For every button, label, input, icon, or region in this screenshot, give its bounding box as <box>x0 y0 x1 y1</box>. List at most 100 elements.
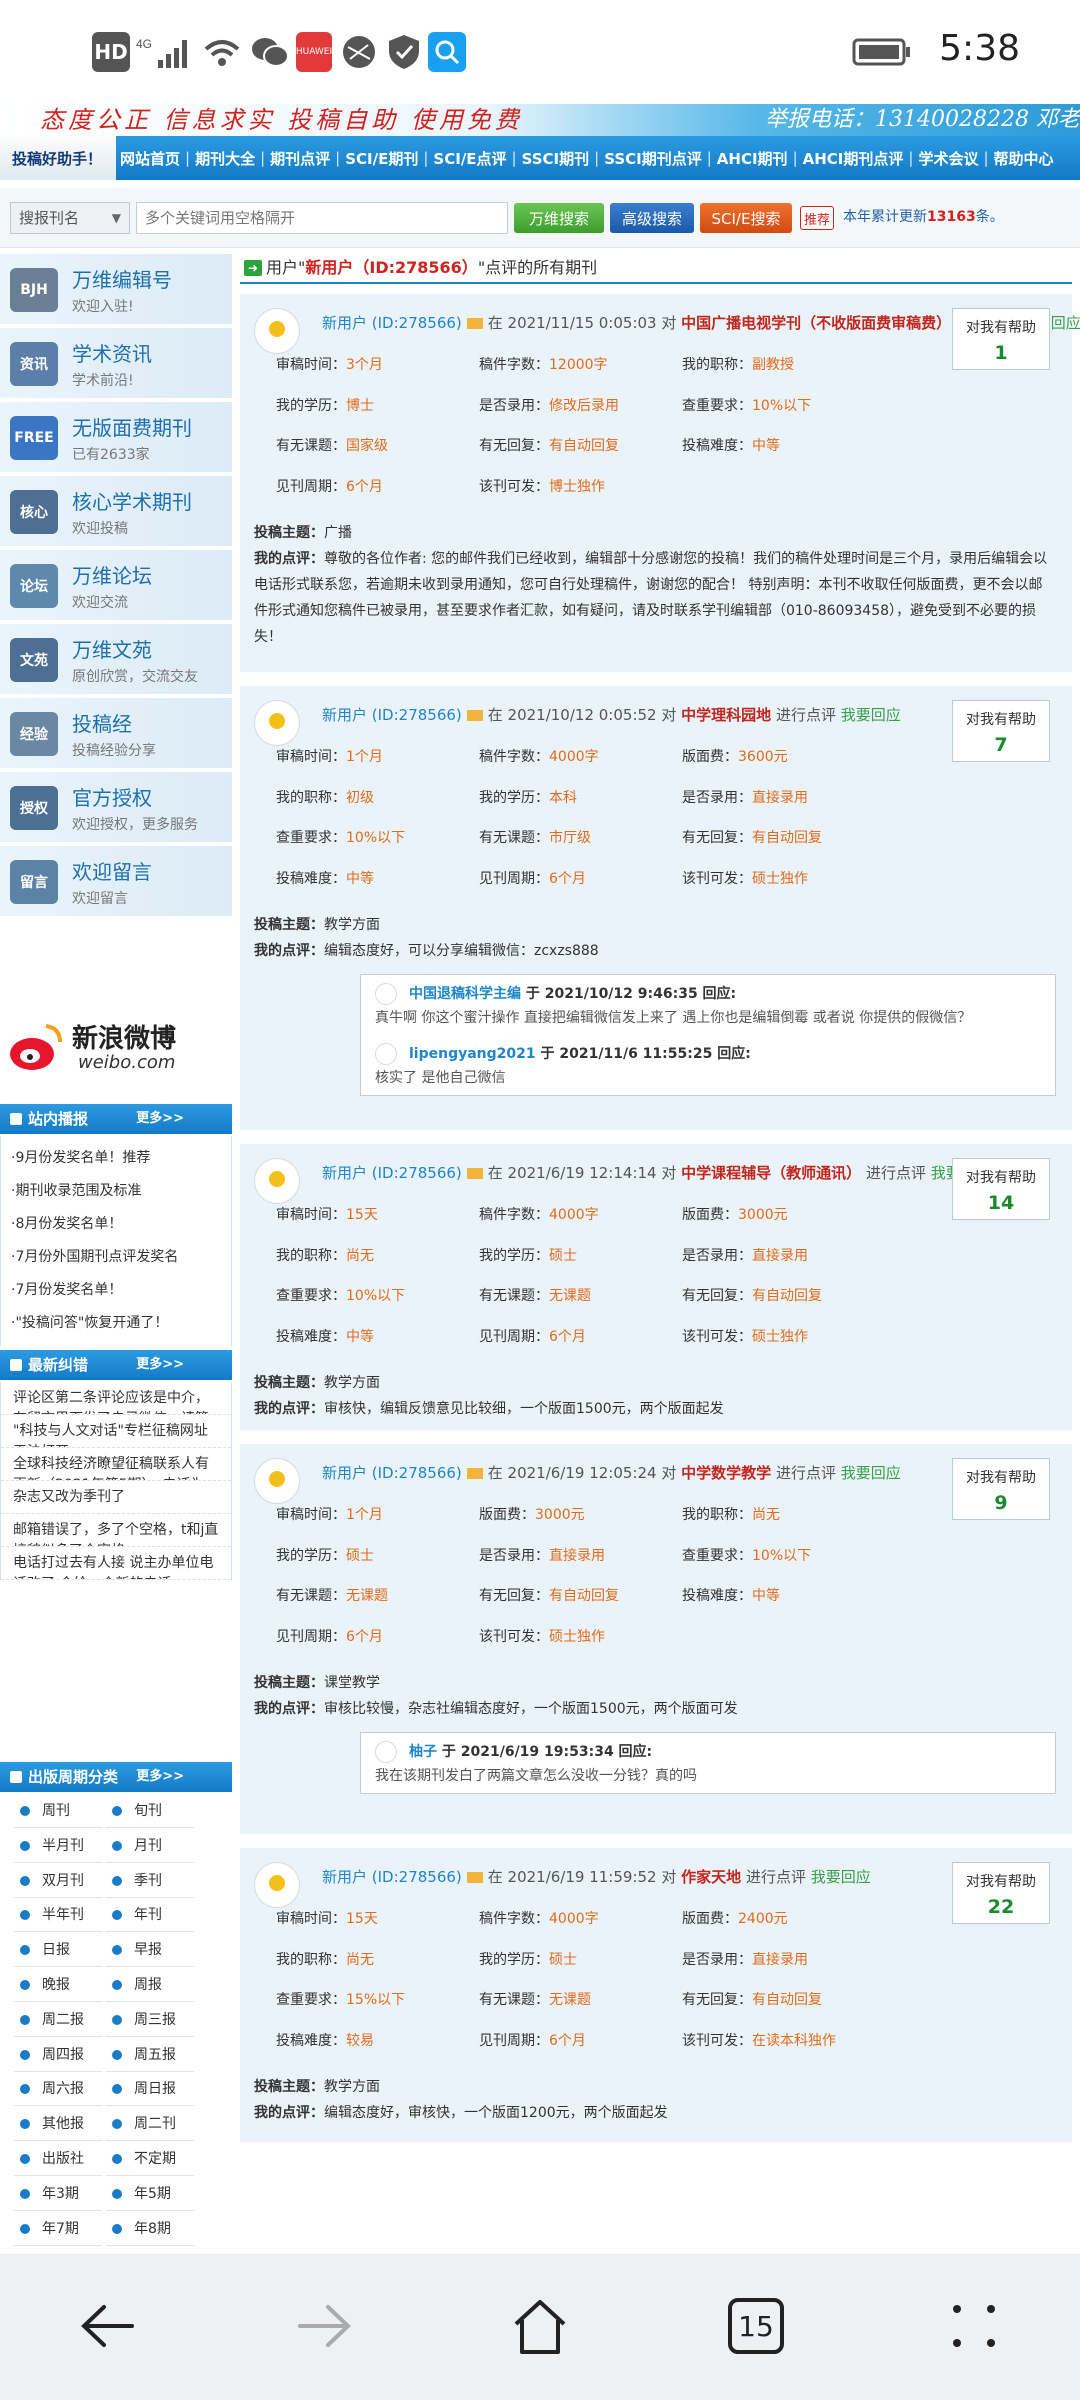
helpful-button[interactable]: 对我有帮助 22 <box>952 1862 1050 1924</box>
reply-link[interactable]: 我要回应 <box>811 1868 871 1886</box>
helpful-button[interactable]: 对我有帮助 14 <box>952 1158 1050 1220</box>
nav-link[interactable]: SCI/E期刊 <box>345 148 418 169</box>
recommend-badge[interactable]: 推荐 <box>800 206 834 230</box>
user-avatar[interactable] <box>254 1458 300 1504</box>
category-link[interactable]: 周四报 <box>14 2038 102 2072</box>
reply-user-link[interactable]: lipengyang2021 <box>409 1046 536 1062</box>
category-link[interactable]: 周五报 <box>106 2038 194 2072</box>
news-item[interactable]: ·期刊收录范围及标准 <box>1 1175 231 1208</box>
category-link[interactable]: 年8期 <box>106 2212 194 2246</box>
sidebar-item[interactable]: 论坛 万维论坛 欢迎交流 <box>0 550 232 622</box>
search-input[interactable]: 多个关键词用空格隔开 <box>136 202 508 234</box>
mail-icon[interactable] <box>466 1468 483 1479</box>
news-item[interactable]: ·9月份发奖名单！推荐 <box>1 1142 231 1175</box>
sidebar-item[interactable]: 文苑 万维文苑 原创欣赏，交流交友 <box>0 624 232 696</box>
advanced-search-button[interactable]: 高级搜索 <box>610 203 694 233</box>
more-link[interactable]: 更多>> <box>136 1762 184 1792</box>
wanwei-search-button[interactable]: 万维搜索 <box>514 203 604 233</box>
user-link[interactable]: 新用户 (ID:278566) <box>322 1868 462 1886</box>
user-avatar[interactable] <box>254 1158 300 1204</box>
more-link[interactable]: 更多>> <box>136 1350 184 1380</box>
reply-user-link[interactable]: 柚子 <box>409 1744 437 1760</box>
sidebar-item[interactable]: BJH 万维编辑号 欢迎入驻! <box>0 254 232 326</box>
sidebar-item[interactable]: 授权 官方授权 欢迎授权，更多服务 <box>0 772 232 844</box>
category-link[interactable]: 其他报 <box>14 2107 102 2142</box>
helpful-button[interactable]: 对我有帮助 7 <box>952 700 1050 762</box>
mail-icon[interactable] <box>466 1168 483 1179</box>
nav-link[interactable]: SSCI期刊点评 <box>604 148 702 169</box>
sci-search-button[interactable]: SCI/E搜索 <box>700 203 792 233</box>
category-link[interactable]: 月刊 <box>106 1829 194 1863</box>
menu-button[interactable] <box>944 2296 1004 2356</box>
mail-icon[interactable] <box>466 1872 483 1883</box>
category-link[interactable]: 晚报 <box>14 1968 102 2002</box>
mail-icon[interactable] <box>466 318 483 329</box>
search-type-select[interactable]: 搜报刊名 ▼ <box>10 202 130 234</box>
category-link[interactable]: 年9期 <box>14 2246 102 2254</box>
category-link[interactable]: 季刊 <box>106 1864 194 1898</box>
category-link[interactable]: 旬刊 <box>106 1794 194 1828</box>
sidebar-item[interactable]: 经验 投稿经 投稿经验分享 <box>0 698 232 770</box>
nav-link[interactable]: 学术会议 <box>918 148 978 169</box>
user-link[interactable]: 新用户 (ID:278566) <box>322 1464 462 1482</box>
errata-item[interactable]: 邮箱错误了，多了个空格，t和j直接貌似多了个空格 <box>1 1514 231 1547</box>
mail-icon[interactable] <box>466 710 483 721</box>
category-link[interactable]: 周六报 <box>14 2072 102 2107</box>
category-link[interactable]: 出版社 <box>14 2142 102 2176</box>
category-link[interactable]: 周日报 <box>106 2072 194 2107</box>
more-link[interactable]: 更多>> <box>136 1104 184 1134</box>
user-link[interactable]: 新用户 (ID:278566) <box>322 706 462 724</box>
category-link[interactable]: 双月刊 <box>14 1864 102 1898</box>
journal-link[interactable]: 作家天地 <box>681 1868 741 1886</box>
nav-link[interactable]: 帮助中心 <box>994 148 1054 169</box>
user-avatar[interactable] <box>254 1862 300 1908</box>
news-item[interactable]: ·"投稿问答"恢复开通了！ <box>1 1307 231 1340</box>
nav-link[interactable]: SCI/E点评 <box>433 148 506 169</box>
category-link[interactable]: 周刊 <box>14 1794 102 1828</box>
news-item[interactable]: ·7月份发奖名单！ <box>1 1274 231 1307</box>
category-link[interactable]: 周二刊 <box>106 2107 194 2142</box>
category-link[interactable]: 年3期 <box>14 2177 102 2211</box>
nav-link[interactable]: SSCI期刊 <box>522 148 590 169</box>
user-avatar[interactable] <box>254 308 300 354</box>
reply-avatar[interactable] <box>375 1741 397 1763</box>
journal-link[interactable]: 中学数学教学 <box>681 1464 771 1482</box>
category-link[interactable]: 年10期 <box>106 2246 194 2254</box>
user-link[interactable]: 新用户 (ID:278566) <box>322 1164 462 1182</box>
category-link[interactable]: 年刊 <box>106 1898 194 1933</box>
news-item[interactable]: ·7月份外国期刊点评发奖名 <box>1 1241 231 1274</box>
sidebar-item[interactable]: 资讯 学术资讯 学术前沿! <box>0 328 232 400</box>
sidebar-item[interactable]: FREE 无版面费期刊 已有2633家 <box>0 402 232 474</box>
category-link[interactable]: 年7期 <box>14 2212 102 2246</box>
errata-item[interactable]: 电话打过去有人接 说主办单位电话改了 会给一个新的电话 <box>1 1547 231 1580</box>
reply-avatar[interactable] <box>375 983 397 1005</box>
nav-link[interactable]: 期刊点评 <box>270 148 330 169</box>
category-link[interactable]: 周三报 <box>106 2003 194 2037</box>
category-link[interactable]: 周报 <box>106 1968 194 2002</box>
errata-item[interactable]: 全球科技经济瞭望征稿联系人有更新（2021年第5期），电话为58882535 <box>1 1448 231 1481</box>
nav-link[interactable]: 期刊大全 <box>195 148 255 169</box>
home-button[interactable] <box>510 2296 570 2356</box>
errata-item[interactable]: "科技与人文对话"专栏征稿网址无法打开。 <box>1 1415 231 1448</box>
category-link[interactable]: 日报 <box>14 1933 102 1968</box>
category-link[interactable]: 半年刊 <box>14 1898 102 1933</box>
errata-item[interactable]: 杂志又改为季刊了 <box>1 1481 231 1514</box>
journal-link[interactable]: 中学课程辅导（教师通讯） <box>681 1164 861 1182</box>
back-button[interactable] <box>78 2296 138 2356</box>
reply-avatar[interactable] <box>375 1043 397 1065</box>
nav-link[interactable]: AHCI期刊 <box>717 148 788 169</box>
weibo-link[interactable]: 新浪微博 weibo.com <box>8 1018 228 1078</box>
errata-item[interactable]: 评论区第二条评论应该是中介，在留言里面发了自己微信，请管理员删除并封禁 <box>1 1382 231 1415</box>
sidebar-item[interactable]: 留言 欢迎留言 欢迎留言 <box>0 846 232 918</box>
category-link[interactable]: 周二报 <box>14 2003 102 2037</box>
reply-user-link[interactable]: 中国退稿科学主编 <box>409 986 521 1002</box>
helpful-button[interactable]: 对我有帮助 9 <box>952 1458 1050 1520</box>
journal-link[interactable]: 中国广播电视学刊（不收版面费审稿费） <box>681 314 951 332</box>
reply-link[interactable]: 我要回应 <box>841 1464 901 1482</box>
helpful-button[interactable]: 对我有帮助 1 <box>952 308 1050 370</box>
nav-link[interactable]: 网站首页 <box>120 148 180 169</box>
category-link[interactable]: 早报 <box>106 1933 194 1968</box>
category-link[interactable]: 不定期 <box>106 2142 194 2176</box>
forward-button[interactable] <box>294 2296 354 2356</box>
tabs-button[interactable]: 15 <box>726 2296 786 2356</box>
